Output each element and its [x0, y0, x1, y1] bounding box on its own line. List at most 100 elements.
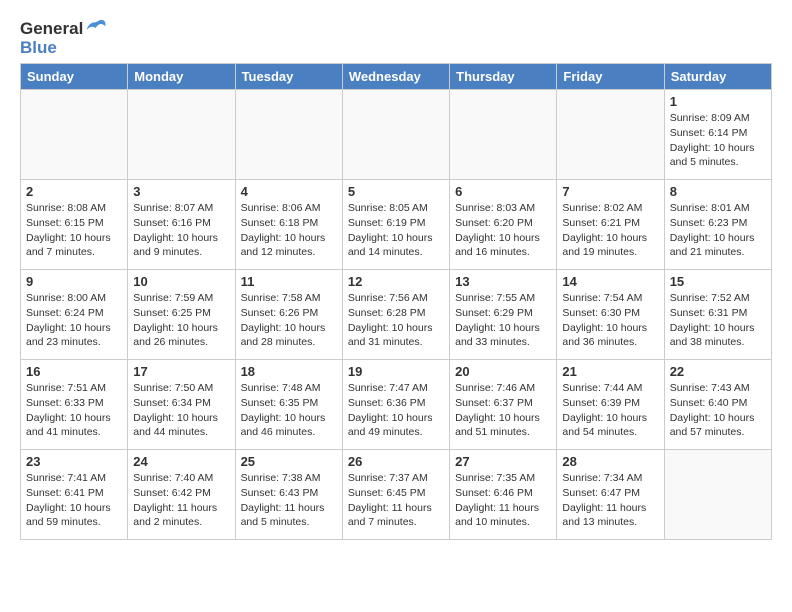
calendar-cell-w4-d3: 18Sunrise: 7:48 AM Sunset: 6:35 PM Dayli… — [235, 360, 342, 450]
calendar-cell-w5-d7 — [664, 450, 771, 540]
day-info: Sunrise: 7:35 AM Sunset: 6:46 PM Dayligh… — [455, 471, 551, 530]
day-number: 2 — [26, 184, 122, 199]
calendar-cell-w2-d2: 3 Sunrise: 8:07 AM Sunset: 6:16 PM Daylig… — [128, 180, 235, 270]
day-info: Sunrise: 8:09 AM Sunset: 6:14 PM Dayligh… — [670, 111, 766, 170]
day-number: 24 — [133, 454, 229, 469]
calendar-cell-w3-d3: 11 Sunrise: 7:58 AM Sunset: 6:26 PM Dayli… — [235, 270, 342, 360]
day-info: Sunrise: 8:01 AM Sunset: 6:23 PM Dayligh… — [670, 201, 766, 260]
calendar-cell-w1-d2 — [128, 90, 235, 180]
calendar-cell-w1-d3 — [235, 90, 342, 180]
day-info: Sunrise: 7:41 AM Sunset: 6:41 PM Dayligh… — [26, 471, 122, 530]
header-thursday: Thursday — [450, 64, 557, 90]
day-info: Sunrise: 7:44 AM Sunset: 6:39 PM Dayligh… — [562, 381, 658, 440]
day-number: 5 — [348, 184, 444, 199]
day-info: Sunrise: 7:56 AM Sunset: 6:28 PM Dayligh… — [348, 291, 444, 350]
calendar-cell-w4-d1: 16 Sunrise: 7:51 AM Sunset: 6:33 PM Dayli… — [21, 360, 128, 450]
day-number: 4 — [241, 184, 337, 199]
day-info: Sunrise: 8:07 AM Sunset: 6:16 PM Dayligh… — [133, 201, 229, 260]
day-info: Sunrise: 8:06 AM Sunset: 6:18 PM Dayligh… — [241, 201, 337, 260]
day-info: Sunrise: 7:54 AM Sunset: 6:30 PM Dayligh… — [562, 291, 658, 350]
day-info: Sunrise: 7:48 AM Sunset: 6:35 PM Dayligh… — [241, 381, 337, 440]
day-number: 9 — [26, 274, 122, 289]
calendar-cell-w4-d4: 19Sunrise: 7:47 AM Sunset: 6:36 PM Dayli… — [342, 360, 449, 450]
header-wednesday: Wednesday — [342, 64, 449, 90]
day-number: 1 — [670, 94, 766, 109]
header-tuesday: Tuesday — [235, 64, 342, 90]
day-info: Sunrise: 7:51 AM Sunset: 6:33 PM Dayligh… — [26, 381, 122, 440]
calendar-cell-w1-d7: 1 Sunrise: 8:09 AM Sunset: 6:14 PM Daylig… — [664, 90, 771, 180]
day-info: Sunrise: 8:02 AM Sunset: 6:21 PM Dayligh… — [562, 201, 658, 260]
day-number: 17 — [133, 364, 229, 379]
calendar-table: Sunday Monday Tuesday Wednesday Thursday… — [20, 63, 772, 540]
calendar-cell-w5-d3: 25Sunrise: 7:38 AM Sunset: 6:43 PM Dayli… — [235, 450, 342, 540]
calendar-cell-w3-d7: 15 Sunrise: 7:52 AM Sunset: 6:31 PM Dayli… — [664, 270, 771, 360]
calendar-cell-w2-d1: 2 Sunrise: 8:08 AM Sunset: 6:15 PM Daylig… — [21, 180, 128, 270]
calendar-week-1: 1 Sunrise: 8:09 AM Sunset: 6:14 PM Daylig… — [21, 90, 772, 180]
day-number: 11 — [241, 274, 337, 289]
day-number: 3 — [133, 184, 229, 199]
day-info: Sunrise: 7:38 AM Sunset: 6:43 PM Dayligh… — [241, 471, 337, 530]
calendar-cell-w2-d3: 4 Sunrise: 8:06 AM Sunset: 6:18 PM Daylig… — [235, 180, 342, 270]
calendar-cell-w4-d6: 21 Sunrise: 7:44 AM Sunset: 6:39 PM Dayli… — [557, 360, 664, 450]
day-number: 20 — [455, 364, 551, 379]
calendar-cell-w2-d6: 7 Sunrise: 8:02 AM Sunset: 6:21 PM Daylig… — [557, 180, 664, 270]
header-saturday: Saturday — [664, 64, 771, 90]
calendar-cell-w4-d5: 20 Sunrise: 7:46 AM Sunset: 6:37 PM Dayli… — [450, 360, 557, 450]
calendar-cell-w1-d6 — [557, 90, 664, 180]
day-info: Sunrise: 7:47 AM Sunset: 6:36 PM Dayligh… — [348, 381, 444, 440]
day-number: 23 — [26, 454, 122, 469]
logo: General Blue — [20, 20, 110, 57]
day-info: Sunrise: 7:58 AM Sunset: 6:26 PM Dayligh… — [241, 291, 337, 350]
day-number: 27 — [455, 454, 551, 469]
calendar-header-row: Sunday Monday Tuesday Wednesday Thursday… — [21, 64, 772, 90]
header-sunday: Sunday — [21, 64, 128, 90]
day-info: Sunrise: 7:40 AM Sunset: 6:42 PM Dayligh… — [133, 471, 229, 530]
day-info: Sunrise: 8:08 AM Sunset: 6:15 PM Dayligh… — [26, 201, 122, 260]
day-number: 28 — [562, 454, 658, 469]
calendar-cell-w5-d2: 24 Sunrise: 7:40 AM Sunset: 6:42 PM Dayli… — [128, 450, 235, 540]
day-number: 22 — [670, 364, 766, 379]
calendar-cell-w5-d6: 28 Sunrise: 7:34 AM Sunset: 6:47 PM Dayli… — [557, 450, 664, 540]
calendar-cell-w5-d1: 23 Sunrise: 7:41 AM Sunset: 6:41 PM Dayli… — [21, 450, 128, 540]
calendar-week-4: 16 Sunrise: 7:51 AM Sunset: 6:33 PM Dayli… — [21, 360, 772, 450]
day-number: 15 — [670, 274, 766, 289]
day-number: 12 — [348, 274, 444, 289]
calendar-cell-w5-d4: 26Sunrise: 7:37 AM Sunset: 6:45 PM Dayli… — [342, 450, 449, 540]
day-info: Sunrise: 8:00 AM Sunset: 6:24 PM Dayligh… — [26, 291, 122, 350]
header: General Blue — [20, 20, 772, 57]
calendar-cell-w3-d2: 10 Sunrise: 7:59 AM Sunset: 6:25 PM Dayli… — [128, 270, 235, 360]
calendar-cell-w1-d1 — [21, 90, 128, 180]
day-number: 13 — [455, 274, 551, 289]
calendar-cell-w2-d7: 8 Sunrise: 8:01 AM Sunset: 6:23 PM Daylig… — [664, 180, 771, 270]
calendar-cell-w3-d5: 13 Sunrise: 7:55 AM Sunset: 6:29 PM Dayli… — [450, 270, 557, 360]
calendar-cell-w1-d5 — [450, 90, 557, 180]
day-number: 8 — [670, 184, 766, 199]
day-info: Sunrise: 7:46 AM Sunset: 6:37 PM Dayligh… — [455, 381, 551, 440]
day-info: Sunrise: 7:50 AM Sunset: 6:34 PM Dayligh… — [133, 381, 229, 440]
logo-bird-icon — [84, 18, 110, 38]
day-info: Sunrise: 7:43 AM Sunset: 6:40 PM Dayligh… — [670, 381, 766, 440]
day-info: Sunrise: 7:59 AM Sunset: 6:25 PM Dayligh… — [133, 291, 229, 350]
calendar-week-2: 2 Sunrise: 8:08 AM Sunset: 6:15 PM Daylig… — [21, 180, 772, 270]
calendar-cell-w2-d5: 6 Sunrise: 8:03 AM Sunset: 6:20 PM Daylig… — [450, 180, 557, 270]
calendar-cell-w3-d6: 14 Sunrise: 7:54 AM Sunset: 6:30 PM Dayli… — [557, 270, 664, 360]
day-number: 16 — [26, 364, 122, 379]
day-info: Sunrise: 8:03 AM Sunset: 6:20 PM Dayligh… — [455, 201, 551, 260]
day-info: Sunrise: 7:55 AM Sunset: 6:29 PM Dayligh… — [455, 291, 551, 350]
day-info: Sunrise: 7:34 AM Sunset: 6:47 PM Dayligh… — [562, 471, 658, 530]
logo-blue: Blue — [20, 39, 110, 58]
day-number: 14 — [562, 274, 658, 289]
calendar-cell-w1-d4 — [342, 90, 449, 180]
day-number: 7 — [562, 184, 658, 199]
day-info: Sunrise: 8:05 AM Sunset: 6:19 PM Dayligh… — [348, 201, 444, 260]
day-info: Sunrise: 7:52 AM Sunset: 6:31 PM Dayligh… — [670, 291, 766, 350]
header-monday: Monday — [128, 64, 235, 90]
logo-wordmark: General Blue — [20, 20, 110, 57]
calendar-cell-w4-d2: 17 Sunrise: 7:50 AM Sunset: 6:34 PM Dayli… — [128, 360, 235, 450]
day-number: 10 — [133, 274, 229, 289]
calendar-cell-w5-d5: 27 Sunrise: 7:35 AM Sunset: 6:46 PM Dayli… — [450, 450, 557, 540]
calendar-cell-w3-d4: 12 Sunrise: 7:56 AM Sunset: 6:28 PM Dayli… — [342, 270, 449, 360]
day-number: 21 — [562, 364, 658, 379]
header-friday: Friday — [557, 64, 664, 90]
day-number: 6 — [455, 184, 551, 199]
